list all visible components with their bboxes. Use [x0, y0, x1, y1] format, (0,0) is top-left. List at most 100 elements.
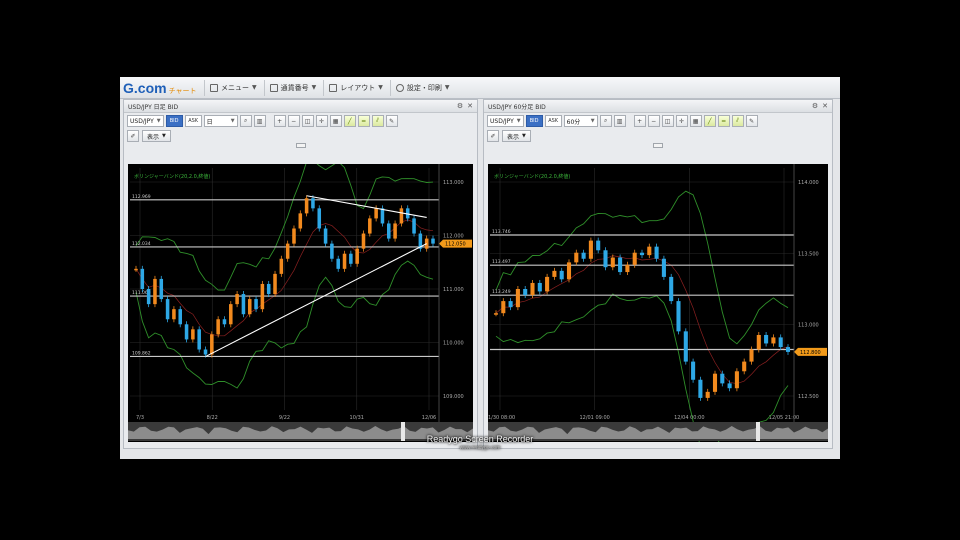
- candle-body: [756, 334, 761, 350]
- date-tick-label: 11/30 08:00: [488, 415, 515, 421]
- timeframe-value: 日: [206, 118, 213, 126]
- candle-body: [254, 299, 258, 310]
- currency-list-label: 通貨番号: [280, 83, 309, 92]
- layout-button-label: レイアウト: [340, 83, 376, 92]
- zoom-out-icon[interactable]: −: [287, 115, 300, 127]
- symbol-select[interactable]: USD/JPY ▼: [487, 115, 524, 127]
- draw-line-icon[interactable]: ╱: [343, 115, 356, 127]
- candle-body: [323, 228, 328, 244]
- bid-toggle[interactable]: BID: [525, 115, 543, 127]
- splitter-handle[interactable]: [484, 143, 832, 149]
- candle-body: [241, 294, 246, 315]
- fit-icon[interactable]: ◫: [301, 115, 314, 127]
- candle-body: [153, 278, 157, 305]
- bollinger-upper-band: [495, 190, 789, 345]
- splitter-handle[interactable]: [124, 143, 477, 149]
- pen-icon[interactable]: ✎: [385, 115, 398, 127]
- app-logo: G.com チャート: [120, 80, 202, 96]
- fit-icon[interactable]: ◫: [661, 115, 674, 127]
- draw-channel-icon[interactable]: ⫽: [371, 115, 384, 127]
- chart-type-icon[interactable]: ▥: [253, 115, 266, 127]
- settings-print-button[interactable]: 設定・印刷 ▼: [389, 79, 455, 96]
- grid-icon[interactable]: ▦: [329, 115, 342, 127]
- date-tick-label: 10/31: [350, 415, 364, 421]
- date-tick-label: 12/04 00:00: [674, 415, 704, 421]
- draw-hline-icon[interactable]: ═: [357, 115, 370, 127]
- pen-icon[interactable]: ✎: [745, 115, 758, 127]
- chevron-down-icon: ▼: [311, 84, 317, 91]
- price-tick-label: 114.000: [798, 180, 819, 186]
- chart-svg: 7/3 8/22 9/22 10/31 12/06 113.000 112.000 111.0…: [128, 164, 473, 441]
- candle-body: [574, 252, 579, 263]
- candle-body: [266, 283, 271, 295]
- price-chart-daily[interactable]: 7/3 8/22 9/22 10/31 12/06 113.000 112.000 111.0…: [128, 164, 473, 442]
- candle-body: [647, 246, 652, 256]
- candle-body: [785, 347, 791, 352]
- symbol-value: USD/JPY: [130, 117, 154, 125]
- edit-icon[interactable]: ✐: [487, 130, 499, 142]
- crosshair-icon[interactable]: ✛: [675, 115, 688, 127]
- candle-body: [361, 233, 366, 249]
- price-tick-label: 110.000: [443, 341, 464, 347]
- level-label: 112.034: [132, 241, 151, 247]
- crosshair-icon[interactable]: ✛: [315, 115, 328, 127]
- level-label: 112.969: [132, 194, 151, 200]
- bid-toggle[interactable]: BID: [165, 115, 183, 127]
- zoom-in-icon[interactable]: +: [633, 115, 646, 127]
- candle-body: [210, 334, 214, 355]
- watermark-text: Readygo Screen Recorder: [426, 434, 534, 444]
- candle-body: [742, 361, 747, 372]
- symbol-select[interactable]: USD/JPY ▼: [127, 115, 164, 127]
- timeframe-select[interactable]: 60分 ▼: [563, 115, 598, 127]
- search-icon[interactable]: ⌕: [239, 115, 252, 127]
- panel-title-bar: USD/JPY 日足 BID ⚙ ✕: [124, 100, 477, 113]
- chart-type-icon[interactable]: ▥: [613, 115, 626, 127]
- price-chart-hourly[interactable]: 11/30 08:00 12/01 09:00 12/04 00:00 12/05 2…: [488, 164, 828, 442]
- ask-toggle[interactable]: ASK: [544, 115, 562, 127]
- layout-icon: [329, 83, 338, 92]
- candle-body: [222, 319, 227, 325]
- search-icon[interactable]: ⌕: [599, 115, 612, 127]
- price-tick-label: 113.000: [798, 323, 819, 329]
- watermark-url: www.readygo.com: [459, 445, 501, 451]
- candle-body: [625, 264, 630, 273]
- layout-button[interactable]: レイアウト ▼: [323, 79, 388, 96]
- candle-body: [336, 258, 340, 269]
- zoom-out-icon[interactable]: −: [647, 115, 660, 127]
- currency-list-button[interactable]: 通貨番号 ▼: [263, 79, 322, 96]
- settings-icon[interactable]: ⚙: [812, 102, 818, 110]
- close-icon[interactable]: ✕: [467, 102, 473, 110]
- date-tick-label: 9/22: [279, 415, 290, 421]
- app-toolbar: G.com チャート メニュー ▼ 通貨番号 ▼ レイアウト ▼ 設定・印刷 ▼: [120, 77, 840, 99]
- display-button[interactable]: 表示 ▼: [142, 130, 171, 142]
- gear-icon: [395, 83, 404, 92]
- menu-button[interactable]: メニュー ▼: [204, 79, 262, 96]
- candle-body: [216, 319, 220, 335]
- price-tick-label: 112.000: [443, 234, 464, 240]
- candle-body: [292, 228, 296, 244]
- draw-line-icon[interactable]: ╱: [703, 115, 716, 127]
- chevron-down-icon: ▼: [162, 133, 166, 139]
- panel-subtoolbar: ✐ 表示 ▼: [484, 129, 832, 143]
- display-button[interactable]: 表示 ▼: [502, 130, 531, 142]
- candle-body: [654, 246, 659, 259]
- edit-icon[interactable]: ✐: [127, 130, 139, 142]
- candle-body: [311, 198, 315, 209]
- close-icon[interactable]: ✕: [822, 102, 828, 110]
- zoom-in-icon[interactable]: +: [273, 115, 286, 127]
- grid-icon[interactable]: ▦: [689, 115, 702, 127]
- draw-channel-icon[interactable]: ⫽: [731, 115, 744, 127]
- date-tick-label: 7/3: [136, 415, 144, 421]
- candle-body: [676, 301, 681, 332]
- candle-body: [431, 238, 435, 244]
- candle-body: [691, 361, 696, 380]
- candle-body: [134, 268, 138, 271]
- candle-body: [140, 268, 145, 289]
- draw-hline-icon[interactable]: ═: [717, 115, 730, 127]
- candle-body: [720, 373, 725, 384]
- date-tick-label: 12/06: [422, 415, 436, 421]
- timeframe-select[interactable]: 日 ▼: [203, 115, 238, 127]
- settings-icon[interactable]: ⚙: [457, 102, 463, 110]
- chart-svg: 11/30 08:00 12/01 09:00 12/04 00:00 12/05 2…: [488, 164, 828, 442]
- ask-toggle[interactable]: ASK: [184, 115, 202, 127]
